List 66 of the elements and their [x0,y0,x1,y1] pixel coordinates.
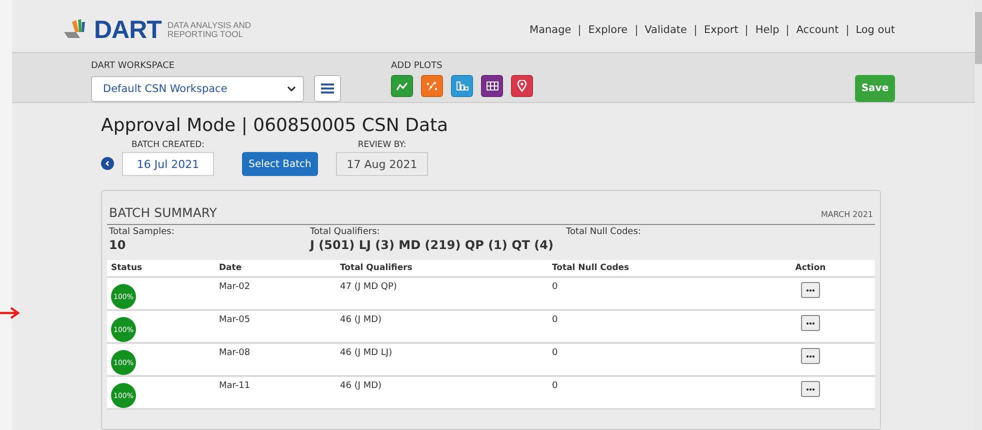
table-cell: 0 [548,343,746,376]
menu-button[interactable] [314,75,341,102]
bar-plot-button[interactable] [451,75,473,97]
select-batch-button[interactable]: Select Batch [242,152,318,176]
workspace-label: DART WORKSPACE [91,61,176,71]
action-button[interactable] [801,381,820,397]
action-button[interactable] [801,348,820,364]
column-header: Total Qualifiers [336,260,548,277]
stat-label: Total Samples: [109,227,176,237]
table-cell: 46 (J MD) [336,376,548,409]
back-icon[interactable] [101,157,114,170]
line-chart-icon [396,82,408,90]
nav-link[interactable]: Account [796,24,839,36]
table-cell: 0 [548,277,746,310]
chevron-icon [287,86,296,92]
add-plots-label: ADD PLOTS [391,61,444,71]
scatter-icon [426,81,438,91]
summary-title: BATCH SUMMARY [109,205,217,220]
arrow-icon [0,307,20,319]
scatter-plot-button[interactable] [421,75,443,97]
action-button[interactable] [801,282,820,298]
logo-subtitle: DATA ANALYSIS AND [167,21,252,30]
map-plot-button[interactable] [511,75,533,97]
stat-value: J (501) LJ (3) MD (219) QP (1) QT (4) [310,238,554,252]
table-cell: Mar-11 [215,376,336,409]
logo-text: DART [94,16,162,44]
more-icon [806,354,815,358]
nav-link[interactable]: Validate [644,24,687,36]
more-icon [806,288,815,292]
batch-created-field[interactable]: 16 Jul 2021 [122,152,214,176]
table-cell: Mar-08 [215,343,336,376]
column-header: Status [107,260,215,277]
page-title: Approval Mode | 060850005 CSN Data [101,115,450,136]
column-header: Date [215,260,336,277]
action-button[interactable] [801,315,820,331]
table-cell: 0 [548,310,746,343]
table-cell: 46 (J MD) [336,310,548,343]
review-by-label: REVIEW BY: [358,140,406,150]
menu-icon [321,83,334,94]
table-cell: Mar-05 [215,310,336,343]
column-header: Action [746,260,875,277]
logo-subtitle: REPORTING TOOL [167,30,244,39]
stat-label: Total Null Codes: [566,227,641,237]
nav-link[interactable]: Help [755,24,780,36]
table-cell: 47 (J MD QP) [336,277,548,310]
bar-chart-icon [456,81,468,91]
table-cell: 46 (J MD LJ) [336,343,548,376]
map-pin-icon [517,80,527,92]
summary-month: MARCH 2021 [820,210,873,219]
more-icon [806,322,815,324]
nav-link[interactable]: Manage [530,24,572,36]
nav-link[interactable]: Explore [588,24,628,36]
nav-link[interactable]: Log out [856,24,895,36]
stat-label: Total Qualifiers: [310,227,381,237]
table-cell: 0 [548,376,746,409]
more-icon [806,388,815,390]
grid-plot-button[interactable] [481,75,503,97]
stat-value: 10 [109,238,127,252]
column-header: Total Null Codes [548,260,746,277]
nav-link[interactable]: Export [704,24,738,36]
line-plot-button[interactable] [391,75,413,97]
grid-icon [486,81,498,91]
table-cell: Mar-02 [215,277,336,310]
workspace-select[interactable]: Default CSN Workspace [91,76,304,102]
review-by-field: 17 Aug 2021 [336,152,428,176]
batch-created-label: BATCH CREATED: [131,140,205,150]
